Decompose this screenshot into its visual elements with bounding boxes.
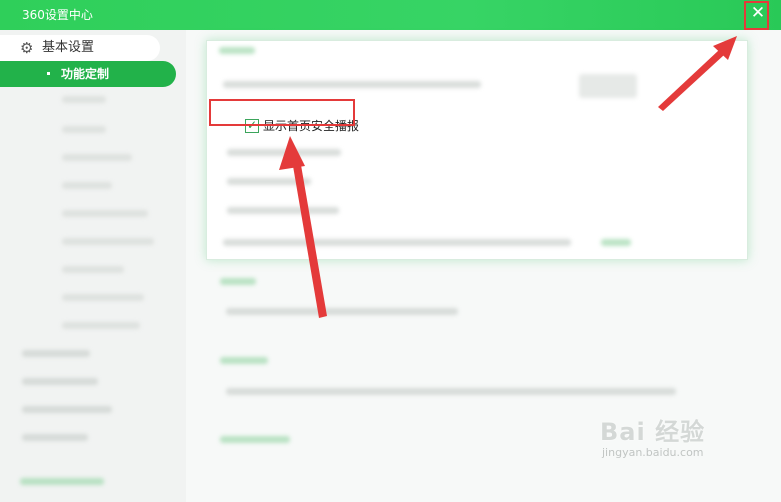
annotation-arrows (279, 36, 737, 318)
arrow-to-checkbox (279, 136, 327, 318)
arrow-to-close-button (658, 36, 737, 111)
